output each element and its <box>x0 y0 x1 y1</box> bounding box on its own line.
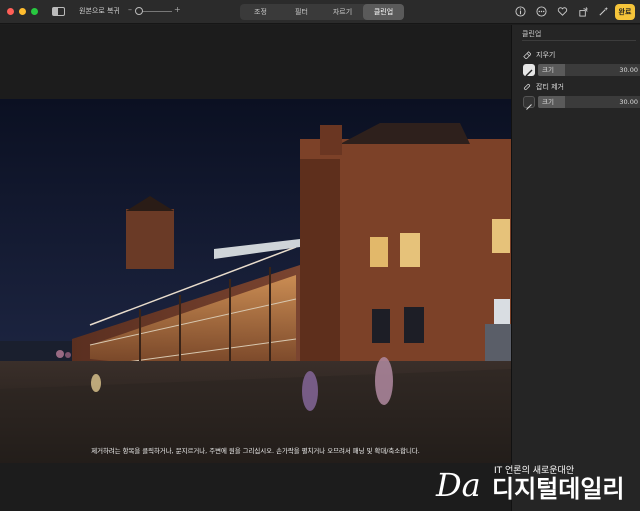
magic-wand-icon[interactable] <box>598 6 609 17</box>
retouch-brush-button[interactable] <box>523 96 535 110</box>
tab-filters[interactable]: 필터 <box>281 4 322 20</box>
watermark-name: 디지털데일리 <box>492 475 625 503</box>
panel-title: 클린업 <box>522 30 542 38</box>
retouch-size-value: 30.00 <box>619 98 638 106</box>
cleanup-hint-text: 제거하려는 항목을 클릭하거나, 문지르거나, 주변에 원을 그리십시오. 손가… <box>91 447 420 455</box>
tab-cleanup[interactable]: 클린업 <box>363 4 404 20</box>
edit-mode-tabs: 조정 필터 자르기 클린업 <box>240 4 404 20</box>
brush-icon <box>525 69 533 77</box>
panel-divider <box>522 40 636 41</box>
info-icon[interactable] <box>515 6 526 17</box>
done-button[interactable]: 완료 <box>615 4 635 20</box>
erase-size-label: 크기 <box>542 66 554 74</box>
eraser-icon <box>523 51 531 59</box>
erase-section-label: 지우기 <box>536 51 556 59</box>
revert-to-original-button[interactable]: 원본으로 복귀 <box>79 6 120 16</box>
heart-icon[interactable] <box>557 6 568 17</box>
zoom-in-icon[interactable]: + <box>174 5 181 14</box>
cleanup-panel: 클린업 지우기 크기 30.00 잡티 제거 크기 30.00 <box>511 25 640 511</box>
watermark: Da IT 언론의 새로운대안 디지털데일리 <box>436 463 636 507</box>
erase-size-slider[interactable]: 크기 30.00 <box>538 64 640 76</box>
watermark-logo: Da <box>436 466 481 504</box>
zoom-out-icon[interactable]: – <box>128 5 132 14</box>
tab-crop[interactable]: 자르기 <box>322 4 363 20</box>
window-zoom-button[interactable] <box>31 8 38 15</box>
erase-brush-button[interactable] <box>523 64 535 77</box>
zoom-slider-knob[interactable] <box>135 7 143 15</box>
retouch-section-label: 잡티 제거 <box>536 83 564 91</box>
window-minimize-button[interactable] <box>19 8 26 15</box>
more-icon[interactable] <box>536 6 547 17</box>
tab-adjust[interactable]: 조정 <box>240 4 281 20</box>
retouch-size-slider[interactable]: 크기 30.00 <box>538 96 640 108</box>
erase-size-value: 30.00 <box>619 66 638 74</box>
retouch-size-label: 크기 <box>542 98 554 106</box>
window-close-button[interactable] <box>7 8 14 15</box>
split-view-icon[interactable] <box>52 7 65 16</box>
toolbar: 원본으로 복귀 – + 조정 필터 자르기 클린업 완료 <box>0 0 640 24</box>
brush-icon <box>526 104 532 110</box>
photo-canvas[interactable]: 제거하려는 항목을 클릭하거나, 문지르거나, 주변에 원을 그리십시오. 손가… <box>0 25 511 511</box>
rotate-icon[interactable] <box>578 6 589 17</box>
edited-photo[interactable] <box>0 99 511 463</box>
bandage-icon <box>523 83 531 91</box>
